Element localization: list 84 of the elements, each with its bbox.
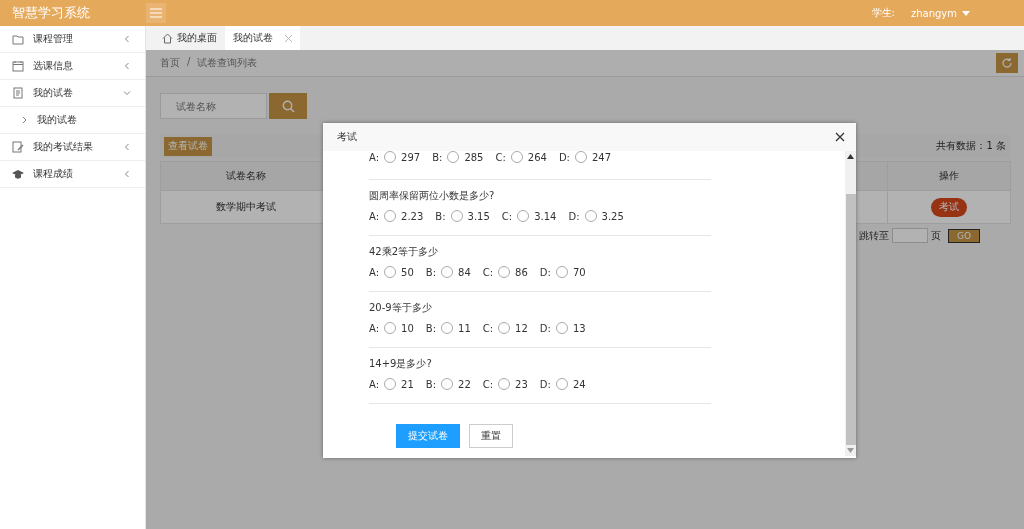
question-text: 14+9是多少? xyxy=(369,357,433,371)
option-value: 13 xyxy=(572,322,586,334)
option-letter: C: xyxy=(482,266,494,278)
exam-button[interactable]: 考试 xyxy=(931,197,967,217)
scroll-up-icon[interactable] xyxy=(847,154,854,159)
option-value: 84 xyxy=(458,266,471,278)
jump-label: 跳转至 xyxy=(858,228,889,243)
tab[interactable]: 我的桌面 xyxy=(154,26,225,50)
option-value: 23 xyxy=(515,378,528,390)
question-text: 20-9等于多少 xyxy=(369,301,433,315)
option-value: 3.15 xyxy=(467,210,490,222)
dialog-title: 考试 xyxy=(337,130,357,144)
total-count: 共有数据：1 条 xyxy=(936,139,1006,153)
sidebar-item[interactable]: 课程管理 xyxy=(0,26,145,53)
option-letter: D: xyxy=(568,210,580,222)
close-icon[interactable] xyxy=(835,132,845,142)
search-field[interactable]: 试卷名称 xyxy=(160,93,267,119)
breadcrumb-item[interactable]: 首页 xyxy=(160,56,180,70)
question-text: 42乘2等于多少 xyxy=(369,245,440,259)
option-letter: C: xyxy=(482,322,494,334)
sidebar-subitem[interactable]: 我的试卷 xyxy=(0,107,145,134)
home-icon xyxy=(162,32,173,44)
breadcrumb-item[interactable]: 试卷查询列表 xyxy=(197,56,258,70)
option-letter: A: xyxy=(369,378,380,390)
app-title: 智慧学习系统 xyxy=(11,4,91,22)
option-letter: A: xyxy=(369,266,380,278)
option-value: 2.23 xyxy=(401,210,424,222)
sidebar-item[interactable]: 我的考试结果 xyxy=(0,134,145,161)
scrollbar[interactable] xyxy=(845,151,856,456)
option-value: 3.25 xyxy=(601,210,624,222)
user-label: 学生: xyxy=(871,6,895,20)
option-letter: C: xyxy=(495,151,506,163)
option-value: 297 xyxy=(401,151,421,163)
breadcrumb-separator: / xyxy=(187,56,191,69)
question-text: 圆周率保留两位小数是多少? xyxy=(369,189,496,203)
option-value: 24 xyxy=(572,378,586,390)
edit-icon xyxy=(12,141,24,153)
option-value: 22 xyxy=(458,378,471,390)
chevron-right-icon xyxy=(22,116,27,124)
sidebar-item[interactable]: 选课信息 xyxy=(0,53,145,80)
calendar-icon xyxy=(12,60,24,72)
option-value: 247 xyxy=(592,151,612,163)
sidebar-item[interactable]: 我的试卷 xyxy=(0,80,145,107)
option-letter: C: xyxy=(501,210,513,222)
option-letter: B: xyxy=(425,266,436,278)
search-button[interactable] xyxy=(269,93,307,119)
option-letter: D: xyxy=(558,151,570,163)
option-value: 285 xyxy=(464,151,484,163)
reset-button[interactable]: 重置 xyxy=(469,424,513,448)
option-value: 264 xyxy=(527,151,547,163)
option-letter: B: xyxy=(432,151,443,163)
search-icon xyxy=(281,99,295,113)
refresh-button[interactable] xyxy=(996,53,1018,73)
column-header: 操作 xyxy=(887,161,1011,191)
option-letter: D: xyxy=(539,266,551,278)
page-label: 页 xyxy=(930,228,941,243)
option-value: 11 xyxy=(458,322,471,334)
menu-icon xyxy=(150,8,162,18)
cap-icon xyxy=(12,168,24,180)
scroll-down-icon[interactable] xyxy=(847,448,854,453)
option-value: 12 xyxy=(515,322,528,334)
tab[interactable]: 我的试卷 xyxy=(225,26,300,50)
document-icon xyxy=(12,87,24,99)
option-letter: B: xyxy=(435,210,446,222)
option-letter: C: xyxy=(482,378,494,390)
option-letter: D: xyxy=(539,322,551,334)
option-value: 86 xyxy=(515,266,528,278)
option-value: 50 xyxy=(401,266,414,278)
option-letter: A: xyxy=(369,210,380,222)
refresh-icon xyxy=(1001,57,1013,69)
option-letter: B: xyxy=(425,322,436,334)
option-value: 70 xyxy=(572,266,586,278)
option-value: 10 xyxy=(401,322,414,334)
option-letter: D: xyxy=(539,378,551,390)
sidebar-item[interactable]: 课程成绩 xyxy=(0,161,145,188)
option-value: 3.14 xyxy=(534,210,557,222)
folder-icon xyxy=(12,33,24,45)
option-letter: B: xyxy=(425,378,436,390)
menu-button[interactable] xyxy=(146,3,166,23)
option-value: 21 xyxy=(401,378,414,390)
option-letter: A: xyxy=(369,322,380,334)
caret-icon xyxy=(962,10,970,16)
page-field[interactable] xyxy=(891,228,928,243)
option-letter: A: xyxy=(369,151,380,163)
